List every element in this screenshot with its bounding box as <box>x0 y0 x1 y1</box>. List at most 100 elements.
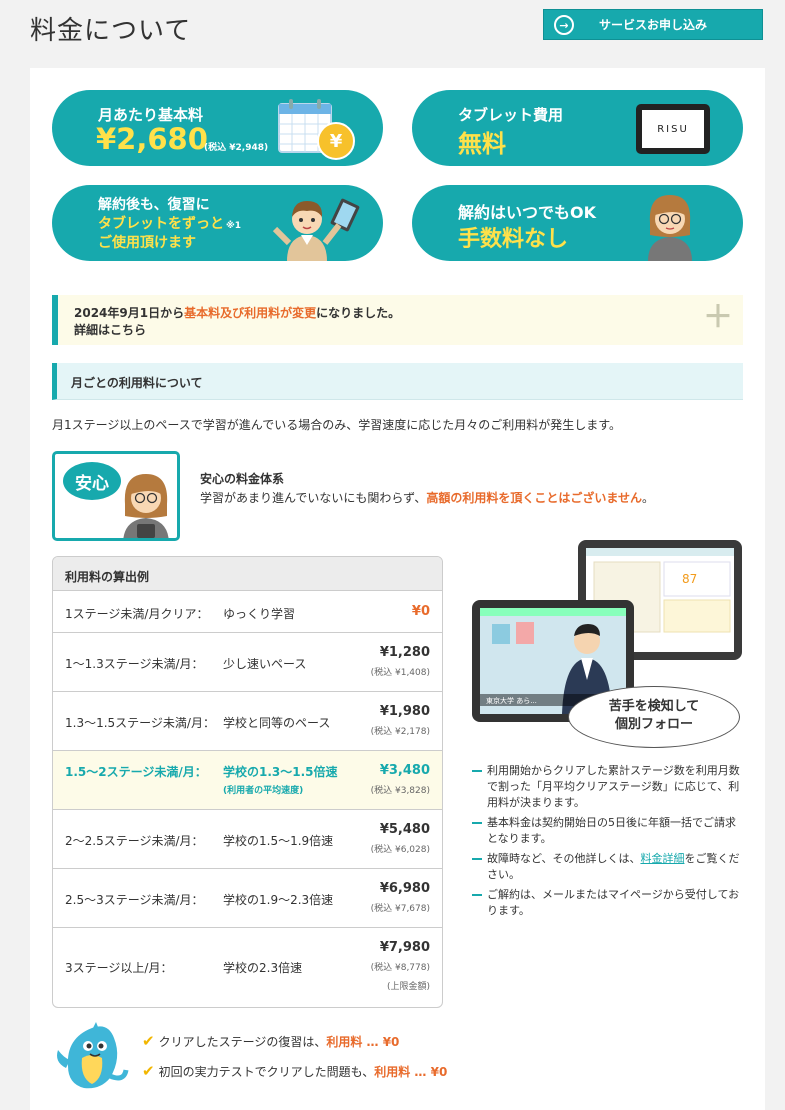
notice-line1: 2024年9月1日から基本料及び利用料が変更になりました。 <box>74 304 400 321</box>
anshin-text-suffix: 。 <box>641 491 654 505</box>
after-cancel-line1: 解約後も、復習に <box>98 197 210 213</box>
weakness-followup-bubble: 苦手を検知して 個別フォロー <box>568 686 740 748</box>
note-prefix: 故障時など、その他詳しくは、 <box>487 852 641 865</box>
cancel-anytime-pill: 解約はいつでもOK 手数料なし <box>412 185 743 261</box>
arrow-right-icon: → <box>554 15 574 35</box>
anshin-text: 学習があまり進んでいないにも関わらず、高額の利用料を頂くことはございません。 <box>200 489 654 506</box>
section-heading-text: 月ごとの利用料について <box>71 376 203 390</box>
tax-cell: (税込 ¥3,828) <box>370 786 430 796</box>
fee-calculation-table: 利用料の算出例 1ステージ未満/月クリア： ゆっくり学習 ¥0 1〜1.3ステー… <box>52 556 443 1008</box>
after-cancel-line2: タブレットをずっと ※1 <box>98 213 241 233</box>
table-row: 2〜2.5ステージ未満/月： 学校の1.5〜1.9倍速 ¥5,480 (税込 ¥… <box>53 810 442 869</box>
tablet-fee-pill: タブレット費用 無料 RISU <box>412 90 743 166</box>
table-row: 1〜1.3ステージ未満/月： 少し速いペース ¥1,280 (税込 ¥1,408… <box>53 633 442 692</box>
pace-cell: ゆっくり学習 <box>223 607 296 621</box>
anshin-text-prefix: 学習があまり進んでいないにも関わらず、 <box>200 491 427 505</box>
cancel-anytime-line2: 手数料なし <box>458 227 569 252</box>
first-test-free-fee: 利用料 … ¥0 <box>374 1065 448 1079</box>
tax-cell: (税込 ¥8,778) <box>370 963 430 973</box>
monthly-fee-price: ¥2,680 <box>96 122 208 156</box>
notice-date: 2024年9月1日から <box>74 306 185 320</box>
tax-cell: (税込 ¥2,178) <box>370 727 430 737</box>
tax-cell: (税込 ¥1,408) <box>370 668 430 678</box>
fee-change-notice[interactable]: 2024年9月1日から基本料及び利用料が変更になりました。 詳細はこちら ＋ <box>52 295 743 345</box>
review-free-fee: 利用料 … ¥0 <box>326 1035 400 1049</box>
boy-with-tablet-illustration <box>272 198 360 261</box>
tax-cell: (税込 ¥6,028) <box>370 845 430 855</box>
apply-service-button[interactable]: → サービスお申し込み <box>543 9 763 40</box>
score-text: 87 <box>682 572 697 586</box>
cancel-anytime-line1: 解約はいつでもOK <box>458 203 597 222</box>
price-cell: ¥1,980 <box>379 704 430 719</box>
stage-cell: 1〜1.3ステージ未満/月： <box>65 657 204 671</box>
apply-button-label: サービスお申し込み <box>598 18 707 32</box>
bubble-line1: 苦手を検知して <box>608 699 700 714</box>
tablet-fee-label: タブレット費用 <box>458 106 564 124</box>
price-cell: ¥5,480 <box>379 822 430 837</box>
table-row: 1ステージ未満/月クリア： ゆっくり学習 ¥0 <box>53 591 442 633</box>
notice-details-link[interactable]: 詳細はこちら <box>74 321 146 338</box>
price-cell: ¥7,980 <box>379 940 430 955</box>
tax-cell: (税込 ¥7,678) <box>370 904 430 914</box>
list-item: 利用開始からクリアした累計ステージ数を利用月数で割った「月平均クリアステージ数」… <box>472 763 744 811</box>
after-cancel-pill: 解約後も、復習に タブレットをずっと ※1 ご使用頂けます <box>52 185 383 261</box>
price-cell: ¥3,480 <box>379 763 430 778</box>
tablet-fee-value: 無料 <box>458 130 506 158</box>
anshin-text-highlight: 高額の利用料を頂くことはございません <box>426 491 642 505</box>
price-cell: ¥0 <box>411 604 430 619</box>
average-speed-note: (利用者の平均速度) <box>223 786 304 796</box>
fee-details-link[interactable]: 料金詳細 <box>640 852 684 865</box>
tablet-icon: RISU <box>636 104 710 154</box>
table-row: 3ステージ以上/月： 学校の2.3倍速 ¥7,980 (税込 ¥8,778) (… <box>53 928 442 1006</box>
bubble-line2: 個別フォロー <box>614 717 693 732</box>
page-title: 料金について <box>30 16 192 46</box>
pace-cell: 学校の2.3倍速 <box>223 961 303 975</box>
pace-cell: 学校の1.3〜1.5倍速 <box>223 765 338 779</box>
monthly-usage-heading: 月ごとの利用料について <box>52 363 743 400</box>
review-free-text: クリアしたステージの復習は、 <box>158 1035 327 1049</box>
anshin-title: 安心の料金体系 <box>200 472 285 486</box>
list-item: 基本料金は契約開始日の5日後に年額一括でご請求となります。 <box>472 815 744 847</box>
table-row: 1.3〜1.5ステージ未満/月： 学校と同等のペース ¥1,980 (税込 ¥2… <box>53 692 442 751</box>
pricing-panel: 月あたり基本料 ¥2,680 (税込 ¥2,948) ¥ タブレット費用 無料 … <box>30 68 765 1110</box>
pace-cell: 学校と同等のペース <box>223 716 331 730</box>
usage-intro: 月1ステージ以上のペースで学習が進んでいる場合のみ、学習速度に応じた月々のご利用… <box>52 418 621 432</box>
monthly-fee-tax: (税込 ¥2,948) <box>204 143 269 153</box>
stage-cell: 1ステージ未満/月クリア： <box>65 607 209 621</box>
stage-cell: 1.3〜1.5ステージ未満/月： <box>65 716 215 730</box>
notice-highlight: 基本料及び利用料が変更 <box>184 306 317 320</box>
notice-suffix: になりました。 <box>316 306 401 320</box>
calc-table-heading: 利用料の算出例 <box>53 557 442 591</box>
plus-icon[interactable]: ＋ <box>703 303 733 333</box>
pace-cell: 学校の1.9〜2.3倍速 <box>223 893 334 907</box>
stage-cell: 1.5〜2ステージ未満/月： <box>65 765 207 779</box>
checkmark-icon: ✔ <box>142 1062 155 1080</box>
anshin-card: 安心 <box>52 451 180 541</box>
after-cancel-line3: ご使用頂けます <box>98 235 196 251</box>
stage-cell: 2.5〜3ステージ未満/月： <box>65 893 204 907</box>
price-cell: ¥6,980 <box>379 881 430 896</box>
list-item: ご解約は、メールまたはマイページから受付しております。 <box>472 887 744 919</box>
monthly-fee-pill: 月あたり基本料 ¥2,680 (税込 ¥2,948) ¥ <box>52 90 383 166</box>
upper-limit-note: (上限金額) <box>386 982 430 992</box>
woman-avatar-illustration <box>648 195 692 261</box>
table-row: 2.5〜3ステージ未満/月： 学校の1.9〜2.3倍速 ¥6,980 (税込 ¥… <box>53 869 442 928</box>
fee-notes-list: 利用開始からクリアした累計ステージ数を利用月数で割った「月平均クリアステージ数」… <box>472 763 744 923</box>
stage-cell: 2〜2.5ステージ未満/月： <box>65 834 204 848</box>
video-caption-text: 東京大学 あら... <box>486 696 537 705</box>
first-test-free-item: ✔ 初回の実力テストでクリアした問題も、利用料 … ¥0 <box>142 1062 447 1080</box>
stage-cell: 3ステージ以上/月： <box>65 961 173 975</box>
pace-cell: 学校の1.5〜1.9倍速 <box>223 834 334 848</box>
woman-with-tablet-illustration <box>123 474 169 538</box>
price-cell: ¥1,280 <box>379 645 430 660</box>
review-free-item: ✔ クリアしたステージの復習は、利用料 … ¥0 <box>142 1032 399 1050</box>
tablet-brand-text: RISU <box>657 123 689 135</box>
table-row-highlighted: 1.5〜2ステージ未満/月： 学校の1.3〜1.5倍速 (利用者の平均速度) ¥… <box>53 751 442 810</box>
free-review-section: ✔ クリアしたステージの復習は、利用料 … ¥0 ✔ 初回の実力テストでクリアした問… <box>52 1018 452 1098</box>
yen-coin-icon: ¥ <box>317 122 355 160</box>
yen-badge-label: ¥ <box>329 130 343 152</box>
pace-cell: 少し速いペース <box>223 657 307 671</box>
after-cancel-line2-text: タブレットをずっと <box>98 216 224 232</box>
list-item: 故障時など、その他詳しくは、料金詳細をご覧ください。 <box>472 851 744 883</box>
mascot-dragon-illustration <box>57 1022 129 1089</box>
